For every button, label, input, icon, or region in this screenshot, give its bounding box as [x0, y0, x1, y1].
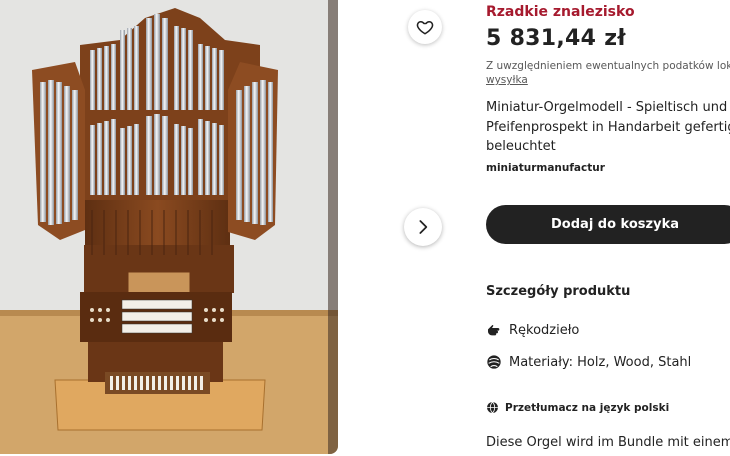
add-to-cart-button[interactable]: Dodaj do koszyka: [486, 205, 730, 244]
product-image-gallery[interactable]: [0, 0, 338, 454]
next-image-button[interactable]: [404, 208, 442, 246]
tax-note: Z uwzględnieniem ewentualnych podatków l…: [486, 60, 730, 72]
shipping-link[interactable]: wysyłka: [486, 74, 528, 86]
heart-icon: [416, 21, 434, 35]
shop-name-link[interactable]: miniaturmanufactur: [486, 162, 605, 174]
organ-photo: [0, 0, 338, 454]
materials-icon: [487, 355, 501, 369]
rare-find-badge: Rzadkie znalezisko: [486, 4, 635, 20]
favorite-button[interactable]: [408, 10, 442, 44]
price: 5 831,44 zł: [486, 26, 626, 51]
translate-link-text: Przetłumacz na język polski: [505, 401, 670, 414]
hand-icon: [488, 325, 500, 336]
title-line: Miniatur-Orgelmodell - Spieltisch und: [486, 100, 728, 115]
title-line: Pfeifenprospekt in Handarbeit gefertigt: [486, 119, 730, 135]
title-line: beleuchtet: [486, 139, 556, 154]
description-text: Diese Orgel wird im Bundle mit einem: [486, 435, 730, 450]
feature-handmade: Rękodzieło: [486, 322, 579, 338]
chevron-right-icon: [419, 220, 428, 234]
feature-text: Materiały: Holz, Wood, Stahl: [509, 354, 692, 370]
feature-materials: Materiały: Holz, Wood, Stahl: [486, 354, 691, 370]
feature-text: Rękodzieło: [509, 322, 580, 338]
globe-icon: [487, 401, 498, 414]
product-details-heading: Szczegóły produktu: [486, 284, 631, 299]
translate-link[interactable]: Przetłumacz na język polski: [486, 401, 669, 414]
listing-title: Miniatur-Orgelmodell - Spieltisch und Pf…: [486, 98, 730, 157]
